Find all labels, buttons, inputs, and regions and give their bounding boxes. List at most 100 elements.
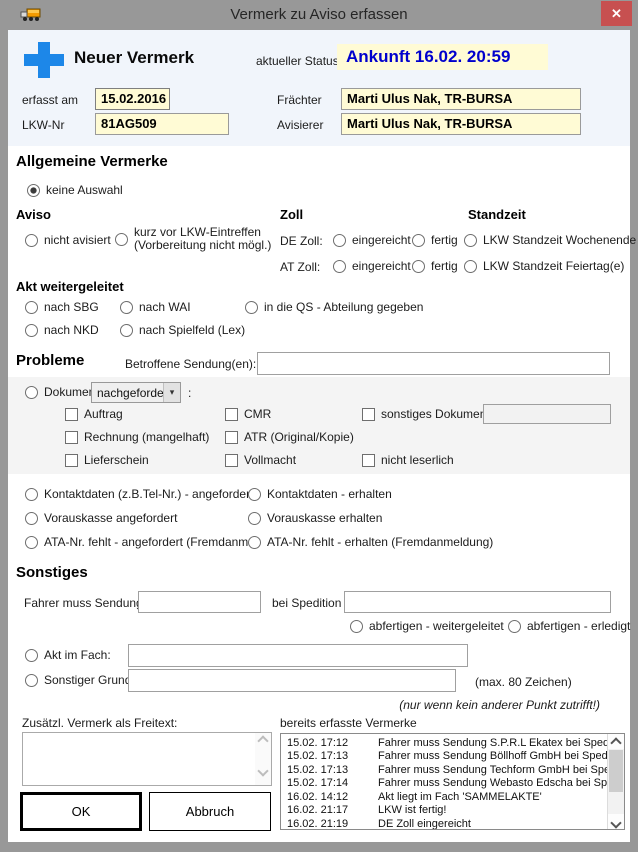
vermerk-row[interactable]: 16.02. 21:17 LKW ist fertig! bbox=[281, 804, 607, 817]
vermerk-row[interactable]: 16.02. 21:19 DE Zoll eingereicht bbox=[281, 818, 607, 830]
radio-label: abfertigen - erledigt bbox=[527, 619, 630, 633]
close-button[interactable]: ✕ bbox=[601, 1, 632, 26]
vermerk-row[interactable]: 15.02. 17:13 Fahrer muss Sendung Techfor… bbox=[281, 764, 607, 777]
checkbox-cmr[interactable]: CMR bbox=[225, 407, 271, 421]
radio-at-zoll-fertig[interactable]: fertig bbox=[412, 259, 458, 273]
scroll-up-button[interactable] bbox=[608, 734, 624, 749]
radio-circle bbox=[245, 301, 258, 314]
vermerk-row[interactable]: 16.02. 14:12 Akt liegt im Fach 'SAMMELAK… bbox=[281, 791, 607, 804]
fraechter-field[interactable]: Marti Ulus Nak, TR-BURSA bbox=[341, 88, 581, 110]
radio-akt-im-fach[interactable]: Akt im Fach: bbox=[25, 648, 111, 662]
vermerk-row[interactable]: 15.02. 17:12 Fahrer muss Sendung S.P.R.L… bbox=[281, 737, 607, 750]
freitext-input[interactable] bbox=[22, 732, 272, 786]
spedition-input[interactable] bbox=[344, 591, 611, 613]
radio-nach-sbg[interactable]: nach SBG bbox=[25, 300, 99, 314]
radio-keine-auswahl[interactable]: keine Auswahl bbox=[27, 183, 123, 197]
vermerk-text: Fahrer muss Sendung Böllhoff GmbH bei Sp… bbox=[378, 750, 607, 763]
close-icon: ✕ bbox=[611, 6, 622, 21]
radio-label: nach SBG bbox=[44, 300, 99, 314]
radio-nach-nkd[interactable]: nach NKD bbox=[25, 323, 99, 337]
radio-label: fertig bbox=[431, 259, 458, 273]
radio-standzeit-wochenende[interactable]: LKW Standzeit Wochenende bbox=[464, 233, 636, 247]
radio-circle bbox=[248, 512, 261, 525]
checkbox-vollmacht[interactable]: Vollmacht bbox=[225, 453, 296, 467]
radio-nach-wai[interactable]: nach WAI bbox=[120, 300, 191, 314]
radio-circle bbox=[350, 620, 363, 633]
radio-label: keine Auswahl bbox=[46, 183, 123, 197]
dialog-window: Vermerk zu Aviso erfassen ✕ Neuer Vermer… bbox=[0, 0, 638, 852]
checkbox-box bbox=[225, 454, 238, 467]
fahrer-sendung-input[interactable] bbox=[138, 591, 261, 613]
checkbox-nicht-leserlich[interactable]: nicht leserlich bbox=[362, 453, 454, 467]
status-value: Ankunft 16.02. 20:59 bbox=[337, 44, 548, 70]
avisierer-field[interactable]: Marti Ulus Nak, TR-BURSA bbox=[341, 113, 581, 135]
radio-label: Kontaktdaten (z.B.Tel-Nr.) - angefordert bbox=[44, 487, 253, 501]
status-badge: Ankunft 16.02. 20:59 bbox=[337, 44, 548, 70]
checkbox-box bbox=[225, 408, 238, 421]
radio-vorauskasse-erhalten[interactable]: Vorauskasse erhalten bbox=[248, 511, 382, 525]
checkbox-sonstiges-dokument[interactable]: sonstiges Dokument: bbox=[362, 407, 493, 421]
section-allgemeine-vermerke: Allgemeine Vermerke bbox=[16, 153, 168, 170]
radio-circle bbox=[25, 488, 38, 501]
radio-ata-erhalten[interactable]: ATA-Nr. fehlt - erhalten (Fremdanmeldung… bbox=[248, 535, 493, 549]
scrollbar-thumb[interactable] bbox=[609, 750, 623, 792]
radio-label: ATA-Nr. fehlt - angefordert (Fremdanm.) bbox=[44, 535, 256, 549]
radio-vorauskasse-angefordert[interactable]: Vorauskasse angefordert bbox=[25, 511, 177, 525]
checkbox-atr[interactable]: ATR (Original/Kopie) bbox=[225, 430, 354, 444]
vermerk-row[interactable]: 15.02. 17:14 Fahrer muss Sendung Webasto… bbox=[281, 777, 607, 790]
akt-im-fach-input[interactable] bbox=[128, 644, 468, 667]
radio-circle bbox=[25, 301, 38, 314]
radio-kontaktdaten-erhalten[interactable]: Kontaktdaten - erhalten bbox=[248, 487, 392, 501]
radio-standzeit-feiertag[interactable]: LKW Standzeit Feiertag(e) bbox=[464, 259, 624, 273]
sendung-input[interactable] bbox=[257, 352, 610, 375]
radio-kontaktdaten-angefordert[interactable]: Kontaktdaten (z.B.Tel-Nr.) - angefordert bbox=[25, 487, 253, 501]
radio-kurz-vor-lkw-eintreffen[interactable]: kurz vor LKW-Eintreffen (Vorbereitung ni… bbox=[115, 226, 271, 252]
sendung-label: Betroffene Sendung(en): bbox=[125, 357, 256, 371]
lkw-nr-field[interactable]: 81AG509 bbox=[95, 113, 229, 135]
textarea-scrollbar[interactable] bbox=[255, 733, 271, 785]
list-scrollbar[interactable] bbox=[607, 734, 624, 829]
sonstiges-dokument-input[interactable] bbox=[483, 404, 611, 424]
radio-de-zoll-fertig[interactable]: fertig bbox=[412, 233, 458, 247]
titlebar[interactable]: Vermerk zu Aviso erfassen ✕ bbox=[0, 0, 638, 30]
checkbox-auftrag[interactable]: Auftrag bbox=[65, 407, 123, 421]
section-probleme: Probleme bbox=[16, 352, 84, 369]
vermerk-text: Fahrer muss Sendung S.P.R.L Ekatex bei S… bbox=[378, 737, 607, 750]
radio-ata-angefordert[interactable]: ATA-Nr. fehlt - angefordert (Fremdanm.) bbox=[25, 535, 256, 549]
radio-circle bbox=[120, 301, 133, 314]
radio-abfertigen-weitergeleitet[interactable]: abfertigen - weitergeleitet bbox=[350, 619, 504, 633]
checkbox-rechnung[interactable]: Rechnung (mangelhaft) bbox=[65, 430, 209, 444]
radio-nach-spielfeld[interactable]: nach Spielfeld (Lex) bbox=[120, 323, 245, 337]
scroll-down-button[interactable] bbox=[608, 814, 624, 829]
radio-de-zoll-eingereicht[interactable]: eingereicht bbox=[333, 233, 411, 247]
checkbox-box bbox=[362, 454, 375, 467]
radio-at-zoll-eingereicht[interactable]: eingereicht bbox=[333, 259, 411, 273]
radio-label: nach NKD bbox=[44, 323, 99, 337]
dokumente-status-select[interactable]: nachgefordert ▾ bbox=[91, 382, 181, 403]
radio-label: abfertigen - weitergeleitet bbox=[369, 619, 504, 633]
erfasst-am-field[interactable]: 15.02.2016 bbox=[95, 88, 170, 110]
vermerk-row[interactable]: 15.02. 17:13 Fahrer muss Sendung Böllhof… bbox=[281, 750, 607, 763]
radio-label: fertig bbox=[431, 233, 458, 247]
ok-button[interactable]: OK bbox=[20, 792, 142, 831]
vermerke-list-rows: 15.02. 17:12 Fahrer muss Sendung S.P.R.L… bbox=[281, 736, 607, 829]
fahrer-label: Fahrer muss Sendung bbox=[24, 596, 143, 610]
erfasst-am-label: erfasst am bbox=[22, 93, 78, 107]
radio-nicht-avisiert[interactable]: nicht avisiert bbox=[25, 233, 111, 247]
checkbox-box bbox=[225, 431, 238, 444]
page-title: Neuer Vermerk bbox=[74, 48, 194, 68]
radio-label: in die QS - Abteilung gegeben bbox=[264, 300, 423, 314]
radio-circle bbox=[333, 260, 346, 273]
radio-abfertigen-erledigt[interactable]: abfertigen - erledigt bbox=[508, 619, 630, 633]
chevron-up-icon bbox=[610, 737, 621, 748]
radio-qs-abteilung[interactable]: in die QS - Abteilung gegeben bbox=[245, 300, 423, 314]
subheading-zoll: Zoll bbox=[280, 207, 303, 222]
sonstiger-grund-input[interactable] bbox=[128, 669, 456, 692]
vermerk-time: 16.02. 21:19 bbox=[281, 818, 378, 830]
lkw-nr-label: LKW-Nr bbox=[22, 118, 64, 132]
abbruch-button[interactable]: Abbruch bbox=[149, 792, 271, 831]
checkbox-lieferschein[interactable]: Lieferschein bbox=[65, 453, 149, 467]
radio-circle bbox=[25, 512, 38, 525]
radio-sonstiger-grund[interactable]: Sonstiger Grund: bbox=[25, 673, 135, 687]
radio-label: Vorauskasse erhalten bbox=[267, 511, 382, 525]
